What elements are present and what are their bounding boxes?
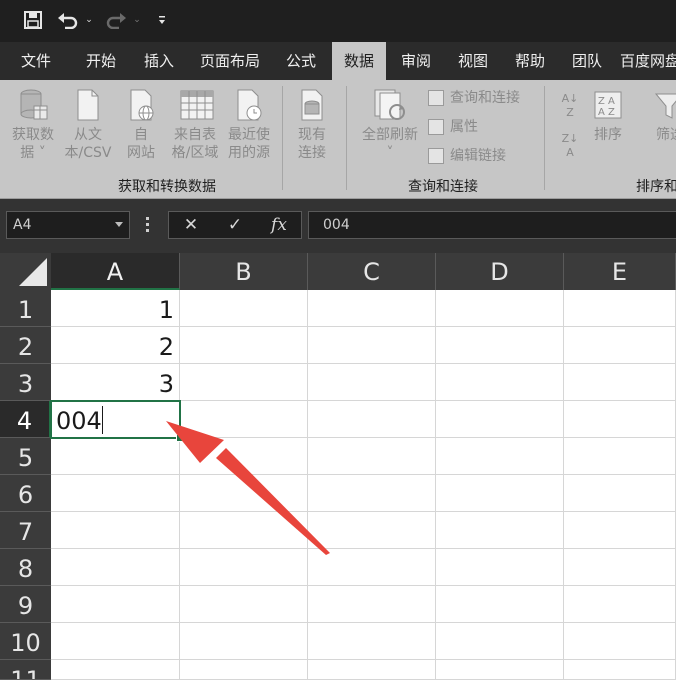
tab-home[interactable]: 开始	[76, 42, 126, 80]
properties-button[interactable]: 属性	[428, 115, 478, 139]
tab-help[interactable]: 帮助	[506, 42, 554, 80]
tab-file[interactable]: 文件	[10, 42, 62, 80]
save-icon[interactable]	[20, 8, 46, 32]
recent-sources-label: 最近使	[228, 127, 270, 143]
group-label-get-transform: 获取和转换数据	[118, 179, 216, 195]
svg-text:Z A: Z A	[598, 96, 615, 107]
sort-az-icon: A↓ Z	[561, 92, 579, 119]
existing-connections-label-2: 连接	[298, 145, 326, 161]
queries-connections-label: 查询和连接	[450, 90, 520, 106]
existing-connections-label: 现有	[298, 127, 326, 143]
existing-connections-button[interactable]: 现有 连接	[288, 88, 336, 162]
filter-icon	[654, 88, 676, 122]
tab-view[interactable]: 视图	[448, 42, 498, 80]
get-data-button[interactable]: 获取数 据 ˅	[4, 88, 62, 162]
from-web-label-2: 网站	[127, 145, 155, 161]
more-options-icon[interactable]	[146, 217, 150, 235]
annotation-arrow	[166, 421, 330, 555]
sort-label: 排序	[594, 127, 622, 143]
name-box[interactable]: A4	[6, 211, 130, 239]
web-page-icon	[126, 88, 156, 122]
ribbon-group-divider-2	[544, 86, 545, 190]
redo-icon[interactable]	[104, 8, 128, 32]
ribbon-group-divider	[346, 86, 347, 190]
connections-icon	[297, 88, 327, 122]
chevron-down-icon[interactable]	[115, 222, 123, 227]
table-icon	[180, 88, 214, 122]
tab-formulas[interactable]: 公式	[276, 42, 326, 80]
from-web-button[interactable]: 自 网站	[118, 88, 164, 162]
tab-baidu-netdisk[interactable]: 百度网盘	[620, 42, 676, 80]
edit-links-button[interactable]: 编辑链接	[428, 144, 506, 168]
properties-icon	[428, 119, 444, 135]
from-table-range-button[interactable]: 来自表 格/区域	[166, 88, 224, 162]
properties-label: 属性	[450, 119, 478, 135]
recent-sources-icon	[234, 88, 264, 122]
insert-function-button[interactable]: fx	[259, 212, 299, 238]
name-box-value: A4	[13, 217, 32, 233]
undo-icon[interactable]	[56, 8, 80, 32]
sort-za-icon: Z↓ A	[561, 132, 579, 159]
sort-descending-button[interactable]: Z↓ A	[556, 132, 584, 160]
refresh-all-icon	[373, 88, 407, 122]
from-web-label: 自	[134, 127, 148, 143]
get-data-label: 获取数	[12, 127, 54, 143]
sort-button[interactable]: Z AA Z 排序	[590, 88, 626, 144]
sort-ascending-button[interactable]: A↓ Z	[556, 92, 584, 120]
enter-button[interactable]: ✓	[215, 212, 255, 238]
ribbon-divider	[282, 86, 283, 190]
formula-input[interactable]: 004	[308, 211, 676, 239]
formula-buttons: ✕ ✓ fx	[168, 211, 302, 239]
tab-insert[interactable]: 插入	[134, 42, 184, 80]
filter-button[interactable]: 筛选	[648, 88, 676, 144]
ribbon-tabs: 文件 开始 插入 页面布局 公式 数据 审阅 视图 帮助 团队 百度网盘	[0, 42, 676, 80]
get-data-label-2: 据 ˅	[20, 145, 46, 161]
edit-links-icon	[428, 148, 444, 164]
formula-bar: A4 ✕ ✓ fx 004	[0, 199, 676, 253]
recent-sources-label-2: 用的源	[228, 145, 270, 161]
tab-review[interactable]: 审阅	[392, 42, 440, 80]
filter-label: 筛选	[656, 127, 676, 143]
tab-page-layout[interactable]: 页面布局	[192, 42, 268, 80]
tab-data[interactable]: 数据	[332, 42, 386, 80]
tab-team[interactable]: 团队	[562, 42, 612, 80]
group-label-queries: 查询和连接	[408, 179, 478, 195]
queries-connections-button[interactable]: 查询和连接	[428, 86, 520, 110]
cancel-button[interactable]: ✕	[171, 212, 211, 238]
group-label-sort: 排序和筛选	[636, 179, 676, 195]
document-icon	[73, 88, 103, 122]
worksheet-grid: A B C D E 1 2 3 4 5 6 7 8 9 10 11 1 2 3 004	[0, 253, 676, 680]
edit-links-label: 编辑链接	[450, 148, 506, 164]
undo-dropdown-icon[interactable]: ⌄	[82, 8, 96, 32]
ribbon-data: 获取数 据 ˅ 从文 本/CSV 自 网站 来自表 格/区域 最近使 用的源 现…	[0, 80, 676, 199]
from-table-label: 来自表	[174, 127, 216, 143]
refresh-all-button[interactable]: 全部刷新 ˅	[356, 88, 424, 162]
refresh-all-label: 全部刷新	[362, 127, 418, 143]
queries-icon	[428, 90, 444, 106]
redo-dropdown-icon[interactable]: ⌄	[130, 8, 144, 32]
title-bar: ⌄ ⌄	[0, 0, 676, 42]
customize-qat-icon[interactable]	[154, 8, 170, 32]
sort-icon: Z AA Z	[593, 88, 623, 122]
database-icon	[18, 88, 48, 122]
svg-text:A Z: A Z	[598, 107, 615, 118]
from-text-label-2: 本/CSV	[64, 145, 112, 161]
from-text-csv-button[interactable]: 从文 本/CSV	[60, 88, 116, 162]
from-text-label: 从文	[74, 127, 102, 143]
refresh-all-dropdown: ˅	[386, 145, 394, 161]
from-table-label-2: 格/区域	[171, 145, 219, 161]
recent-sources-button[interactable]: 最近使 用的源	[222, 88, 276, 162]
